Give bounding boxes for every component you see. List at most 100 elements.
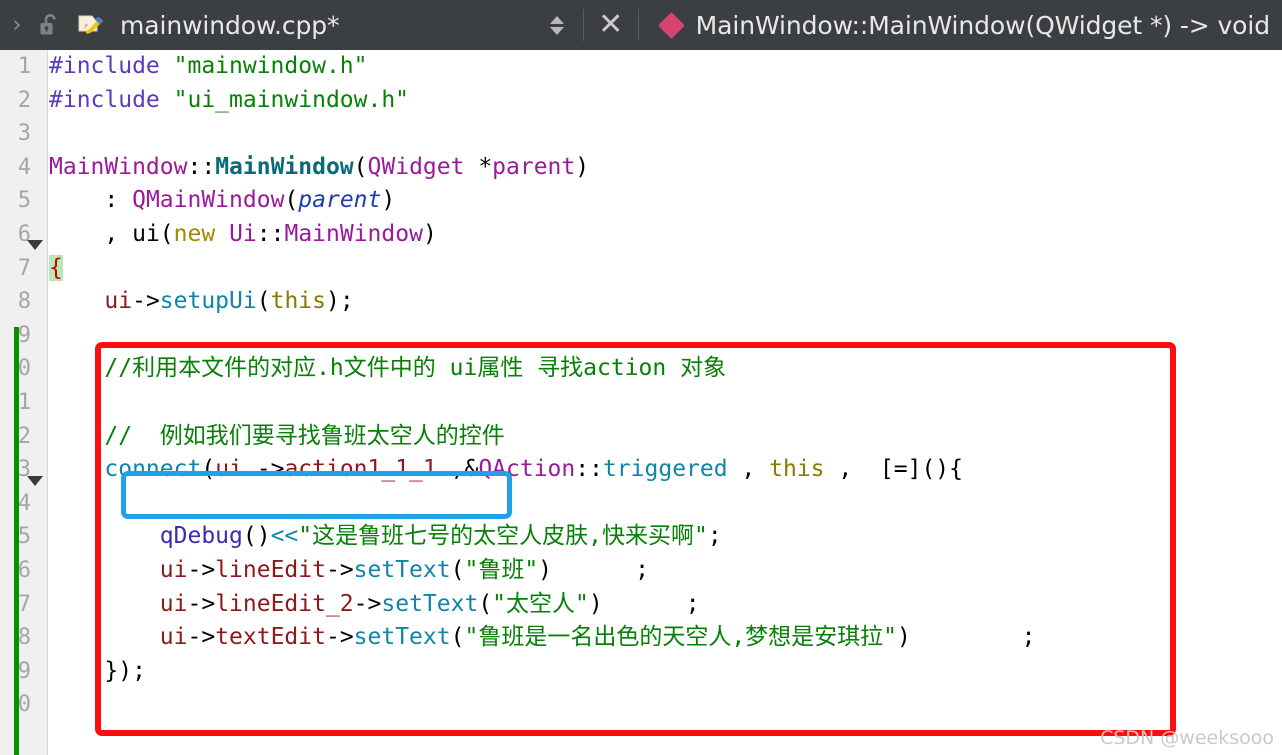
code-token: setText [353, 624, 451, 651]
code-line[interactable]: ui->lineEdit_2->setText("太空人") ; [49, 588, 700, 622]
code-line[interactable]: , ui(new Ui::MainWindow) [49, 218, 436, 252]
line-number: 8 [17, 289, 31, 315]
code-line[interactable]: }); [49, 655, 146, 689]
code-token: :: [256, 221, 285, 247]
code-token: ,& [436, 456, 479, 483]
code-token: new [173, 221, 216, 247]
open-padlock-icon[interactable] [30, 0, 70, 50]
code-token: -> [325, 557, 354, 583]
code-token: ui [215, 456, 243, 483]
code-token: ui [159, 590, 188, 617]
code-token: #include [49, 86, 174, 113]
up-down-arrows-icon[interactable] [540, 0, 574, 50]
code-token: ); [325, 288, 354, 315]
line-number: 5 [17, 188, 31, 214]
code-token: setText [381, 590, 479, 617]
code-line[interactable]: connect(ui ->action1_1_1 ,&QAction::trig… [49, 453, 963, 487]
filename-label: mainwindow.cpp* [120, 10, 340, 40]
code-token: // 例如我们要寻找鲁班太空人的控件 [49, 422, 505, 449]
code-token: , [=](){ [824, 456, 963, 483]
code-token: -> [132, 288, 160, 315]
code-token: ( [284, 187, 299, 214]
code-line[interactable]: #include "mainwindow.h" [49, 50, 368, 84]
code-token: QWidget [367, 153, 465, 180]
code-token: this [769, 456, 825, 483]
code-token: :: [575, 456, 603, 483]
line-number: 4 [17, 154, 31, 180]
code-token: ( [159, 221, 174, 247]
code-line[interactable] [49, 319, 63, 353]
code-line[interactable] [49, 688, 63, 722]
code-line[interactable]: MainWindow::MainWindow(QWidget *parent) [49, 151, 589, 185]
code-token: () [242, 523, 271, 550]
code-token: ui [159, 557, 188, 583]
symbol-label[interactable]: MainWindow::MainWindow(QWidget *) -> voi… [696, 11, 1270, 40]
code-token: -> [242, 456, 285, 483]
code-token: , [49, 221, 133, 247]
code-token: parent [492, 153, 576, 180]
line-number: 2 [17, 87, 31, 113]
code-line[interactable]: //利用本文件的对应.h文件中的 ui属性 寻找action 对象 [49, 352, 726, 386]
code-line[interactable]: ui->lineEdit->setText("鲁班") ; [49, 554, 649, 588]
line-number-gutter[interactable]: 12345678901234567890 [0, 50, 48, 755]
pink-diamond-icon [657, 11, 685, 39]
line-number: 3 [17, 121, 31, 147]
code-token: { [49, 254, 63, 281]
pencil-document-icon[interactable] [70, 0, 110, 50]
code-token: ( [201, 456, 216, 483]
fold-collapse-triangle-icon[interactable] [27, 476, 43, 486]
code-token: << [270, 523, 299, 550]
code-token: : [49, 187, 133, 214]
code-line[interactable]: ui->setupUi(this); [49, 285, 354, 319]
code-token: connect [104, 456, 202, 483]
code-token: qDebug [159, 523, 243, 550]
fold-collapse-triangle-icon[interactable] [27, 240, 43, 250]
code-token: action1_1_1 [284, 456, 437, 483]
code-token: parent [298, 187, 382, 214]
code-token: QAction [478, 456, 576, 483]
code-line[interactable]: // 例如我们要寻找鲁班太空人的控件 [49, 420, 505, 454]
code-token: "太空人" [492, 590, 589, 617]
code-line[interactable]: ui->textEdit->setText("鲁班是一名出色的天空人,梦想是安琪… [49, 621, 1036, 655]
code-token: MainWindow [49, 153, 188, 180]
code-token: ) ; [538, 557, 649, 583]
code-token: setupUi [159, 288, 257, 315]
code-token: setText [353, 557, 451, 583]
code-token: "mainwindow.h" [173, 53, 368, 79]
code-line[interactable] [49, 117, 63, 151]
code-line[interactable]: { [49, 252, 63, 286]
code-token: QMainWindow [132, 187, 285, 214]
chevron-right-icon[interactable]: › [0, 13, 30, 37]
code-line[interactable] [49, 386, 63, 420]
code-token: textEdit [215, 624, 326, 651]
code-token: "鲁班" [464, 557, 539, 583]
code-editor-area[interactable]: #include "mainwindow.h" #include "ui_main… [49, 50, 1282, 755]
code-line[interactable] [49, 487, 63, 521]
code-line[interactable]: #include "ui_mainwindow.h" [49, 84, 409, 118]
code-token: * [464, 153, 493, 180]
code-token: "这是鲁班七号的太空人皮肤,快来买啊" [298, 523, 708, 550]
code-token: -> [325, 624, 354, 651]
code-token: -> [187, 557, 216, 583]
code-token: ( [450, 624, 465, 651]
code-line[interactable]: : QMainWindow(parent) [49, 184, 395, 218]
code-token: ) [575, 153, 590, 180]
code-token: , [727, 456, 770, 483]
code-token: -> [187, 590, 216, 617]
close-icon[interactable]: ✕ [593, 0, 629, 50]
code-token: triggered [602, 456, 728, 483]
code-token: ( [353, 153, 368, 180]
code-line[interactable]: qDebug()<<"这是鲁班七号的太空人皮肤,快来买啊"; [49, 520, 722, 554]
editor-window: › mainwindow.cpp* ✕ MainWindow::MainWind… [0, 0, 1282, 755]
code-token: ( [450, 557, 465, 583]
code-token: }); [49, 657, 146, 684]
code-token: ; [707, 523, 722, 550]
code-token: "ui_mainwindow.h" [173, 86, 410, 113]
code-token: MainWindow [284, 221, 423, 247]
code-token: ( [256, 288, 271, 315]
change-indicator-bar [14, 327, 19, 755]
